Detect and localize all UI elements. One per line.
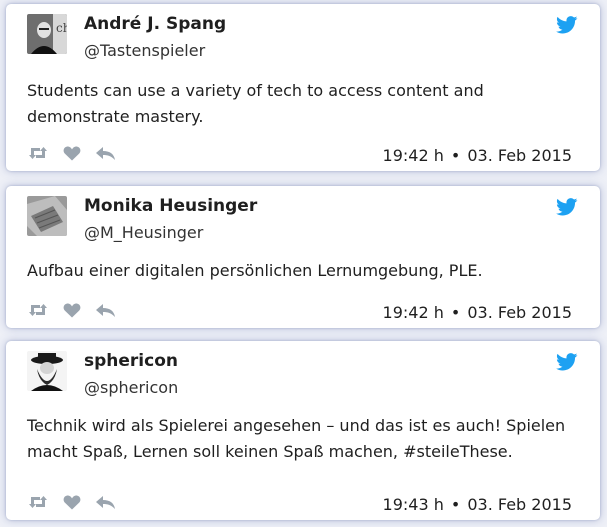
author-handle[interactable]: @sphericon bbox=[84, 378, 178, 397]
retweet-icon[interactable] bbox=[27, 494, 49, 510]
svg-text:ch: ch bbox=[56, 21, 67, 35]
reply-icon[interactable] bbox=[95, 145, 117, 161]
tweet-timestamp[interactable]: 19:42 h • 03. Feb 2015 bbox=[383, 303, 572, 322]
tweet-card[interactable]: ch André J. Spang @Tastenspieler Student… bbox=[6, 4, 600, 171]
retweet-icon[interactable] bbox=[27, 302, 49, 318]
tweet-actions bbox=[27, 145, 117, 161]
avatar[interactable] bbox=[27, 196, 67, 236]
twitter-bird-icon[interactable] bbox=[556, 198, 578, 216]
reply-icon[interactable] bbox=[95, 494, 117, 510]
retweet-icon[interactable] bbox=[27, 145, 49, 161]
tweet-card[interactable]: sphericon @sphericon Technik wird als Sp… bbox=[6, 341, 600, 520]
tweet-feed: ch André J. Spang @Tastenspieler Student… bbox=[0, 0, 607, 527]
tweet-time: 19:43 h bbox=[382, 495, 444, 514]
author-name[interactable]: André J. Spang bbox=[84, 14, 226, 34]
author-name[interactable]: Monika Heusinger bbox=[84, 196, 257, 216]
tweet-date: 03. Feb 2015 bbox=[467, 303, 572, 322]
separator-dot: • bbox=[450, 303, 461, 322]
separator-dot: • bbox=[450, 495, 461, 514]
tweet-actions bbox=[27, 302, 117, 318]
separator-dot: • bbox=[450, 146, 461, 165]
reply-icon[interactable] bbox=[95, 302, 117, 318]
tweet-text: Students can use a variety of tech to ac… bbox=[27, 81, 484, 126]
tweet-card[interactable]: Monika Heusinger @M_Heusinger Aufbau ein… bbox=[6, 186, 600, 328]
twitter-bird-icon[interactable] bbox=[556, 353, 578, 371]
avatar-photo-icon bbox=[27, 196, 67, 236]
avatar-photo-icon bbox=[27, 351, 67, 391]
avatar[interactable] bbox=[27, 351, 67, 391]
tweet-date: 03. Feb 2015 bbox=[467, 495, 572, 514]
tweet-time: 19:42 h bbox=[382, 303, 444, 322]
author-handle[interactable]: @Tastenspieler bbox=[84, 41, 205, 60]
avatar[interactable]: ch bbox=[27, 14, 67, 54]
tweet-text: Technik wird als Spielerei angesehen – u… bbox=[27, 416, 566, 461]
tweet-actions bbox=[27, 494, 117, 510]
tweet-time: 19:42 h bbox=[382, 146, 444, 165]
like-icon[interactable] bbox=[63, 494, 81, 510]
tweet-timestamp[interactable]: 19:43 h • 03. Feb 2015 bbox=[383, 495, 572, 514]
like-icon[interactable] bbox=[63, 302, 81, 318]
tweet-timestamp[interactable]: 19:42 h • 03. Feb 2015 bbox=[383, 146, 572, 165]
author-name[interactable]: sphericon bbox=[84, 351, 178, 371]
author-handle[interactable]: @M_Heusinger bbox=[84, 223, 203, 242]
twitter-bird-icon[interactable] bbox=[556, 16, 578, 34]
tweet-date: 03. Feb 2015 bbox=[467, 146, 572, 165]
tweet-text: Aufbau einer digitalen persönlichen Lern… bbox=[27, 261, 483, 280]
like-icon[interactable] bbox=[63, 145, 81, 161]
avatar-photo-icon: ch bbox=[27, 14, 67, 54]
